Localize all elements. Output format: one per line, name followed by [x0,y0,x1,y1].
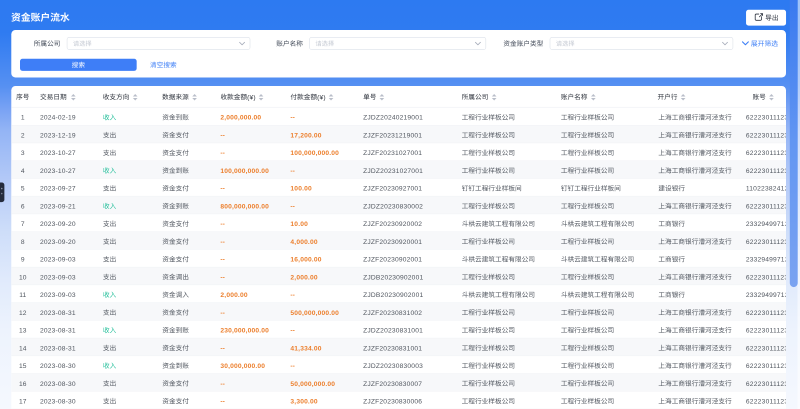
svg-text:230,000,000.00: 230,000,000.00 [220,328,269,335]
svg-text:7: 7 [21,221,25,228]
svg-text:6: 6 [21,203,25,210]
svg-text:(¥): (¥) [317,94,326,101]
svg-text:2023-09-20: 2023-09-20 [40,221,76,228]
svg-text:15: 15 [19,363,27,370]
svg-text:ZJZF20230830006: ZJZF20230830006 [363,399,422,406]
svg-text:--: -- [220,132,224,139]
svg-text:10.00: 10.00 [290,221,308,228]
svg-text:ZJDZ20230830002: ZJDZ20230830002 [363,203,423,210]
svg-text:ZJZF20230920001: ZJZF20230920001 [363,239,422,246]
svg-text:2023-10-27: 2023-10-27 [40,168,76,175]
svg-text:2023-08-31: 2023-08-31 [40,328,76,335]
svg-text:9: 9 [21,257,25,264]
svg-text:--: -- [220,399,224,406]
svg-text:2023-09-20: 2023-09-20 [40,239,76,246]
svg-text:2023-09-27: 2023-09-27 [40,186,76,193]
svg-text:4,000.00: 4,000.00 [290,239,317,246]
svg-text:4: 4 [21,168,25,175]
svg-text:2023-09-03: 2023-09-03 [40,292,76,299]
svg-text:2024-02-19: 2024-02-19 [40,115,76,122]
svg-text:ZJZF20230831002: ZJZF20230831002 [363,310,422,317]
svg-text:100,000,000.00: 100,000,000.00 [220,168,269,175]
svg-text:2023-08-31: 2023-08-31 [40,310,76,317]
svg-text:500,000,000.00: 500,000,000.00 [290,310,339,317]
svg-text:2023-09-03: 2023-09-03 [40,274,76,281]
svg-text:ZJZF20231027001: ZJZF20231027001 [363,150,422,157]
svg-text:2,000.00: 2,000.00 [290,274,317,281]
svg-text:10: 10 [19,274,27,281]
svg-text:ZJZF20230831001: ZJZF20230831001 [363,345,422,352]
svg-text:--: -- [220,257,224,264]
svg-text:8: 8 [21,239,25,246]
svg-text:ZJZF20231219001: ZJZF20231219001 [363,132,422,139]
svg-text:--: -- [290,292,294,299]
svg-text:2023-08-30: 2023-08-30 [40,399,76,406]
svg-text:--: -- [290,203,294,210]
svg-text:--: -- [220,239,224,246]
svg-text:--: -- [290,168,294,175]
svg-text:800,000,000.00: 800,000,000.00 [220,203,269,210]
svg-text:--: -- [220,274,224,281]
svg-text:--: -- [220,381,224,388]
svg-text:2,000,000.00: 2,000,000.00 [220,115,261,122]
svg-text:30,000,000.00: 30,000,000.00 [220,363,265,370]
svg-text:ZJDB20230902001: ZJDB20230902001 [363,274,423,281]
svg-text:2023-09-03: 2023-09-03 [40,257,76,264]
svg-text:13: 13 [19,328,27,335]
svg-text:--: -- [220,186,224,193]
svg-text:50,000,000.00: 50,000,000.00 [290,381,335,388]
svg-text:ZJDZ20231027001: ZJDZ20231027001 [363,168,423,175]
svg-text:--: -- [220,150,224,157]
svg-text:2023-08-30: 2023-08-30 [40,363,76,370]
svg-text:ZJDZ20240219001: ZJDZ20240219001 [363,115,423,122]
svg-text:41,334.00: 41,334.00 [290,345,321,352]
svg-text:--: -- [220,221,224,228]
svg-text:2023-12-19: 2023-12-19 [40,132,76,139]
svg-text:--: -- [290,363,294,370]
svg-text:2023-09-21: 2023-09-21 [40,203,76,210]
svg-text:100,000,000.00: 100,000,000.00 [290,150,339,157]
svg-text:ZJDZ20230831001: ZJDZ20230831001 [363,328,423,335]
svg-text:ZJDZ20230830003: ZJDZ20230830003 [363,363,423,370]
svg-text:16: 16 [19,381,27,388]
svg-text:--: -- [220,310,224,317]
svg-text:17,200.00: 17,200.00 [290,132,321,139]
svg-text:--: -- [220,345,224,352]
svg-text:ZJZF20230902001: ZJZF20230902001 [363,257,422,264]
svg-text:--: -- [290,115,294,122]
svg-text:1: 1 [21,115,25,122]
svg-text:11: 11 [19,292,26,299]
svg-text:2: 2 [21,132,25,139]
svg-text:2023-10-27: 2023-10-27 [40,150,76,157]
svg-text:ZJZF20230927001: ZJZF20230927001 [363,186,422,193]
svg-text:2023-08-30: 2023-08-30 [40,381,76,388]
svg-text:16,000.00: 16,000.00 [290,257,321,264]
svg-text:2,000.00: 2,000.00 [220,292,247,299]
svg-text:100.00: 100.00 [290,186,312,193]
svg-text:ZJDB20230902001: ZJDB20230902001 [363,292,423,299]
svg-text:ZJZF20230920002: ZJZF20230920002 [363,221,422,228]
svg-text:12: 12 [19,310,27,317]
svg-text:14: 14 [19,345,27,352]
svg-text:3,300.00: 3,300.00 [290,399,317,406]
svg-text:(¥): (¥) [247,94,256,101]
svg-text:3: 3 [21,150,25,157]
svg-text:ZJZF20230830007: ZJZF20230830007 [363,381,422,388]
svg-text:--: -- [290,328,294,335]
svg-text:5: 5 [21,186,25,193]
svg-text:17: 17 [19,399,27,406]
svg-text:2023-08-31: 2023-08-31 [40,345,76,352]
